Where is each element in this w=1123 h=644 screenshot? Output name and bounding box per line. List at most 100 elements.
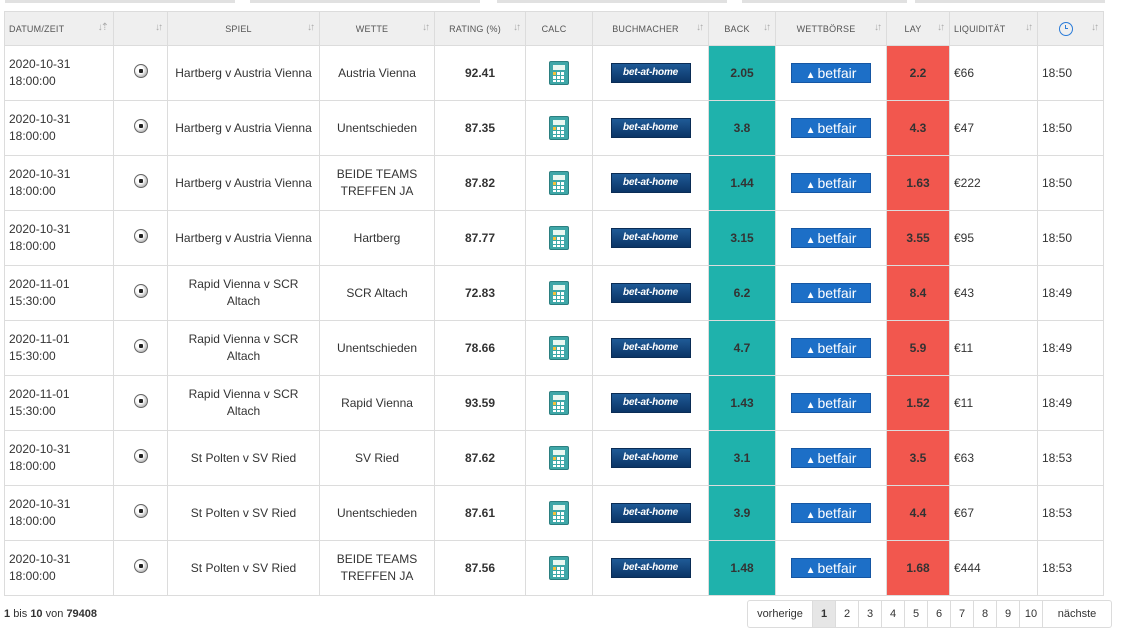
cell-rating: 92.41 [434,45,526,101]
pagination-page[interactable]: 8 [973,601,996,627]
cell-buchmacher: bet-at-home [592,375,709,431]
exchange-logo[interactable]: ▲ betfair [791,503,871,523]
bookmaker-logo[interactable]: bet-at-home [610,558,691,578]
cell-back: 1.43 [708,375,776,431]
calculator-icon[interactable] [549,226,569,250]
calculator-icon[interactable] [549,116,569,140]
pagination-page[interactable]: 1 [812,601,835,627]
pagination-page[interactable]: 6 [927,601,950,627]
updated-time: 18:49 [1042,340,1073,355]
match-time: 18:00:00 [9,514,56,528]
back-odds: 3.9 [733,505,751,520]
pagination-page[interactable]: 7 [950,601,973,627]
bookmaker-logo[interactable]: bet-at-home [610,448,691,468]
exchange-logo[interactable]: ▲ betfair [791,448,871,468]
bookmaker-logo[interactable]: bet-at-home [610,228,691,248]
cell-wettboerse: ▲ betfair [775,265,887,321]
cell-spiel: Hartberg v Austria Vienna [167,45,320,101]
column-header-wette[interactable]: WETTE ↓↑ [319,11,435,46]
exchange-logo[interactable]: ▲ betfair [791,173,871,193]
cell-wette: Unentschieden [319,320,435,376]
bookmaker-logo[interactable]: bet-at-home [610,338,691,358]
cell-buchmacher: bet-at-home [592,100,709,156]
sort-icon[interactable]: ↓↑ [155,22,163,33]
cell-updated: 18:50 [1037,155,1104,211]
bookmaker-logo[interactable]: bet-at-home [610,118,691,138]
column-header-back[interactable]: BACK ↓↑ [708,11,776,46]
column-header-wettboerse[interactable]: WETTBÖRSE ↓↑ [775,11,887,46]
table-row: 2020-10-31 18:00:00 St Polten v SV Ried SV … [4,430,1104,486]
exchange-logo[interactable]: ▲ betfair [791,283,871,303]
pagination-prev[interactable]: vorherige [748,601,812,627]
column-header-sport[interactable]: ↓↑ [113,11,168,46]
calculator-icon[interactable] [549,391,569,415]
calculator-icon[interactable] [549,556,569,580]
pagination-page[interactable]: 5 [904,601,927,627]
liquidity-value: €11 [954,340,974,355]
exchange-logo[interactable]: ▲ betfair [791,558,871,578]
match-date: 2020-11-01 [9,387,70,401]
pagination: vorherige 1 2 3 4 5 6 7 8 9 10 nächste [747,600,1112,628]
calculator-icon[interactable] [549,501,569,525]
cell-spiel: Rapid Vienna v SCR Altach [167,375,320,431]
pagination-page[interactable]: 3 [858,601,881,627]
exchange-logo[interactable]: ▲ betfair [791,338,871,358]
sort-icon[interactable]: ↓↑ [696,22,704,33]
sort-icon[interactable]: ↓⇡ [98,22,109,33]
cell-spiel: Hartberg v Austria Vienna [167,100,320,156]
pagination-page[interactable]: 10 [1019,601,1042,627]
bet-name: Unentschieden [336,120,418,135]
bookmaker-logo[interactable]: bet-at-home [610,173,691,193]
bookmaker-logo[interactable]: bet-at-home [610,503,691,523]
back-odds: 3.1 [733,450,751,465]
bookmaker-logo[interactable]: bet-at-home [610,393,691,413]
column-header-updated[interactable]: ↓↑ [1037,11,1104,46]
match-time: 18:00:00 [9,129,56,143]
sort-icon[interactable]: ↓↑ [513,22,521,33]
sort-icon[interactable]: ↓↑ [1025,22,1033,33]
sort-icon[interactable]: ↓↑ [307,22,315,33]
sort-icon[interactable]: ↓↑ [1091,22,1099,33]
cell-lay: 3.5 [886,430,950,486]
cell-updated: 18:53 [1037,485,1104,541]
exchange-logo[interactable]: ▲ betfair [791,118,871,138]
calculator-icon[interactable] [549,171,569,195]
cell-back: 4.7 [708,320,776,376]
pagination-page[interactable]: 2 [835,601,858,627]
exchange-logo[interactable]: ▲ betfair [791,228,871,248]
sort-icon[interactable]: ↓↑ [422,22,430,33]
lay-odds: 2.2 [909,65,927,80]
soccer-ball-icon [133,393,148,408]
column-header-spiel[interactable]: SPIEL ↓↑ [167,11,320,46]
pagination-page[interactable]: 9 [996,601,1019,627]
pagination-page[interactable]: 4 [881,601,904,627]
cell-wettboerse: ▲ betfair [775,320,887,376]
cell-datum: 2020-11-01 15:30:00 [4,320,114,376]
lay-odds: 5.9 [909,340,927,355]
calculator-icon[interactable] [549,446,569,470]
updated-time: 18:49 [1042,285,1073,300]
calculator-icon[interactable] [549,61,569,85]
exchange-logo[interactable]: ▲ betfair [791,393,871,413]
bookmaker-logo[interactable]: bet-at-home [610,283,691,303]
bookmaker-logo[interactable]: bet-at-home [610,63,691,83]
cell-calc [525,155,593,211]
match-time: 18:00:00 [9,239,56,253]
column-header-lay[interactable]: LAY ↓↑ [886,11,950,46]
column-header-liquiditaet[interactable]: LIQUIDITÄT ↓↑ [949,11,1038,46]
cell-spiel: St Polten v SV Ried [167,430,320,486]
sort-icon[interactable]: ↓↑ [763,22,771,33]
match-name: St Polten v SV Ried [190,560,297,575]
exchange-logo[interactable]: ▲ betfair [791,63,871,83]
column-header-rating[interactable]: RATING (%) ↓↑ [434,11,526,46]
sort-icon[interactable]: ↓↑ [937,22,945,33]
column-header-datum[interactable]: DATUM/ZEIT ↓⇡ [4,11,114,46]
calculator-icon[interactable] [549,336,569,360]
column-header-buchmacher[interactable]: BUCHMACHER ↓↑ [592,11,709,46]
arrow-up-icon: ▲ [805,565,816,576]
calculator-icon[interactable] [549,281,569,305]
pagination-next[interactable]: nächste [1042,601,1111,627]
cell-wettboerse: ▲ betfair [775,155,887,211]
sort-icon[interactable]: ↓↑ [874,22,882,33]
liquidity-value: €67 [954,505,975,520]
